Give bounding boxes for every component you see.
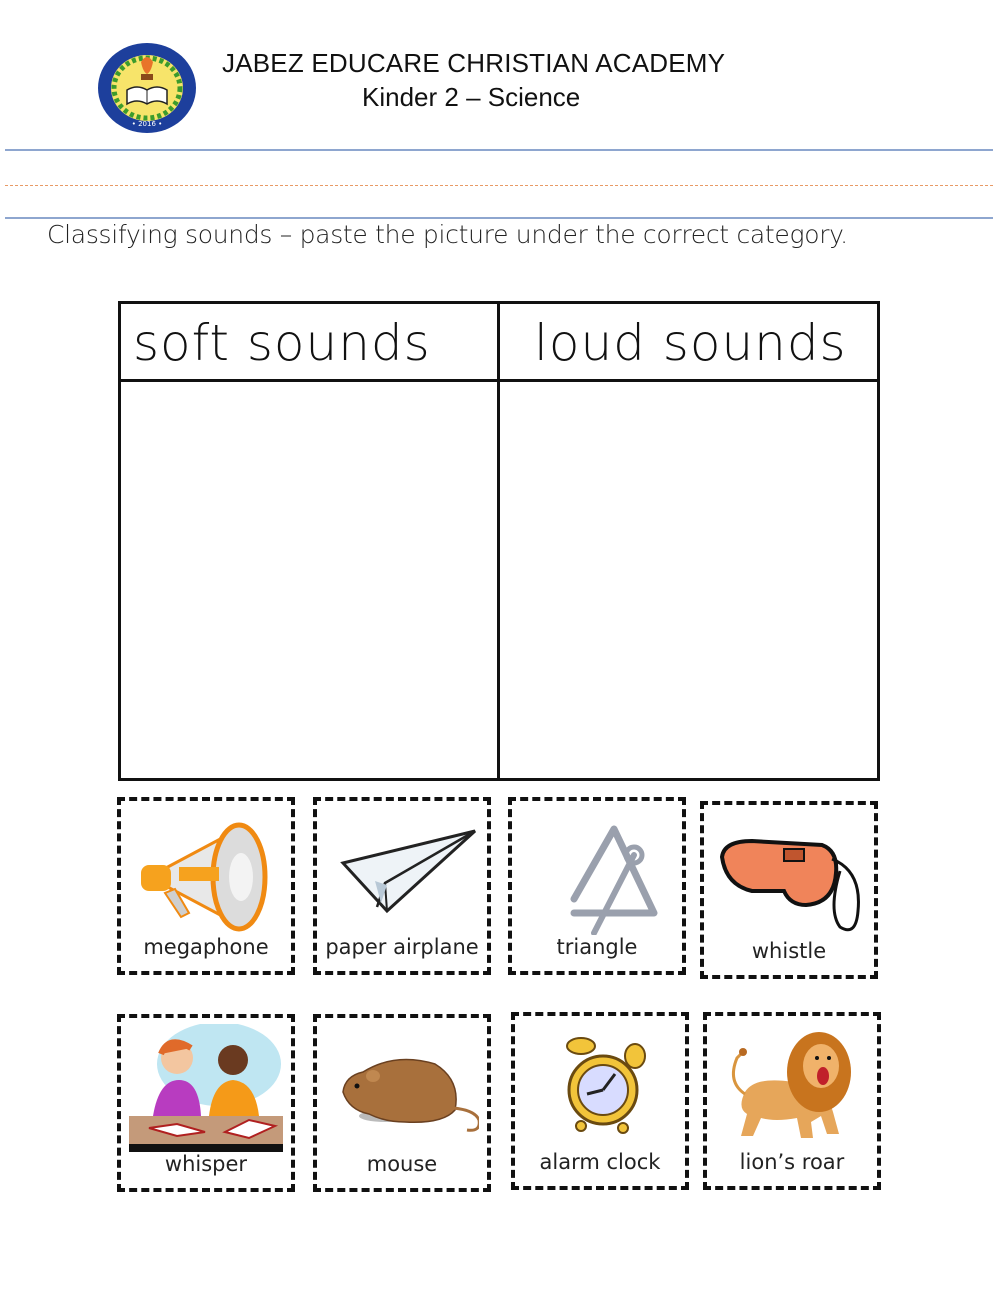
- card-label: mouse: [366, 1152, 438, 1176]
- header-loud-sounds: loud sounds: [500, 304, 877, 382]
- school-name: JABEZ EDUCARE CHRISTIAN ACADEMY: [222, 48, 726, 78]
- subject-title: Kinder 2 – Science: [362, 82, 581, 112]
- school-seal-icon: • 2016 •: [98, 43, 196, 133]
- card-whistle[interactable]: whistle: [700, 801, 878, 979]
- drop-zone-loud-sounds[interactable]: [500, 385, 877, 778]
- megaphone-icon: [141, 822, 268, 932]
- card-label: triangle: [556, 935, 638, 959]
- card-label: alarm clock: [539, 1150, 661, 1174]
- alarm-clock-icon: [566, 1037, 646, 1134]
- header-soft-sounds: soft sounds: [121, 304, 497, 382]
- sorting-table: soft sounds loud sounds: [118, 301, 880, 781]
- card-mouse[interactable]: mouse: [313, 1014, 491, 1192]
- card-label: paper airplane: [325, 935, 479, 959]
- writing-line-dashed: [5, 185, 993, 186]
- card-label: whisper: [164, 1152, 248, 1176]
- triangle-instrument-icon: [570, 825, 658, 935]
- card-whisper[interactable]: whisper: [117, 1014, 295, 1192]
- card-label: megaphone: [143, 935, 269, 959]
- card-lions-roar[interactable]: lion’s roar: [703, 1012, 881, 1190]
- card-megaphone[interactable]: megaphone: [117, 797, 295, 975]
- card-triangle[interactable]: triangle: [508, 797, 686, 975]
- whispering-children-icon: [129, 1024, 283, 1152]
- card-alarm-clock[interactable]: alarm clock: [511, 1012, 689, 1190]
- drop-zone-soft-sounds[interactable]: [121, 385, 497, 778]
- school-logo: • 2016 •: [97, 42, 197, 134]
- card-label: lion’s roar: [739, 1150, 845, 1174]
- card-label: whistle: [751, 939, 827, 963]
- whistle-icon: [719, 838, 860, 932]
- instruction-text: Classifying sounds – paste the picture u…: [47, 220, 848, 249]
- writing-line-bottom: [5, 217, 993, 219]
- lion-icon: [731, 1032, 851, 1138]
- card-paper-airplane[interactable]: paper airplane: [313, 797, 491, 975]
- mouse-icon: [342, 1058, 479, 1132]
- writing-line-top: [5, 149, 993, 151]
- svg-text:• 2016 •: • 2016 •: [132, 120, 163, 128]
- paper-airplane-icon: [340, 829, 477, 914]
